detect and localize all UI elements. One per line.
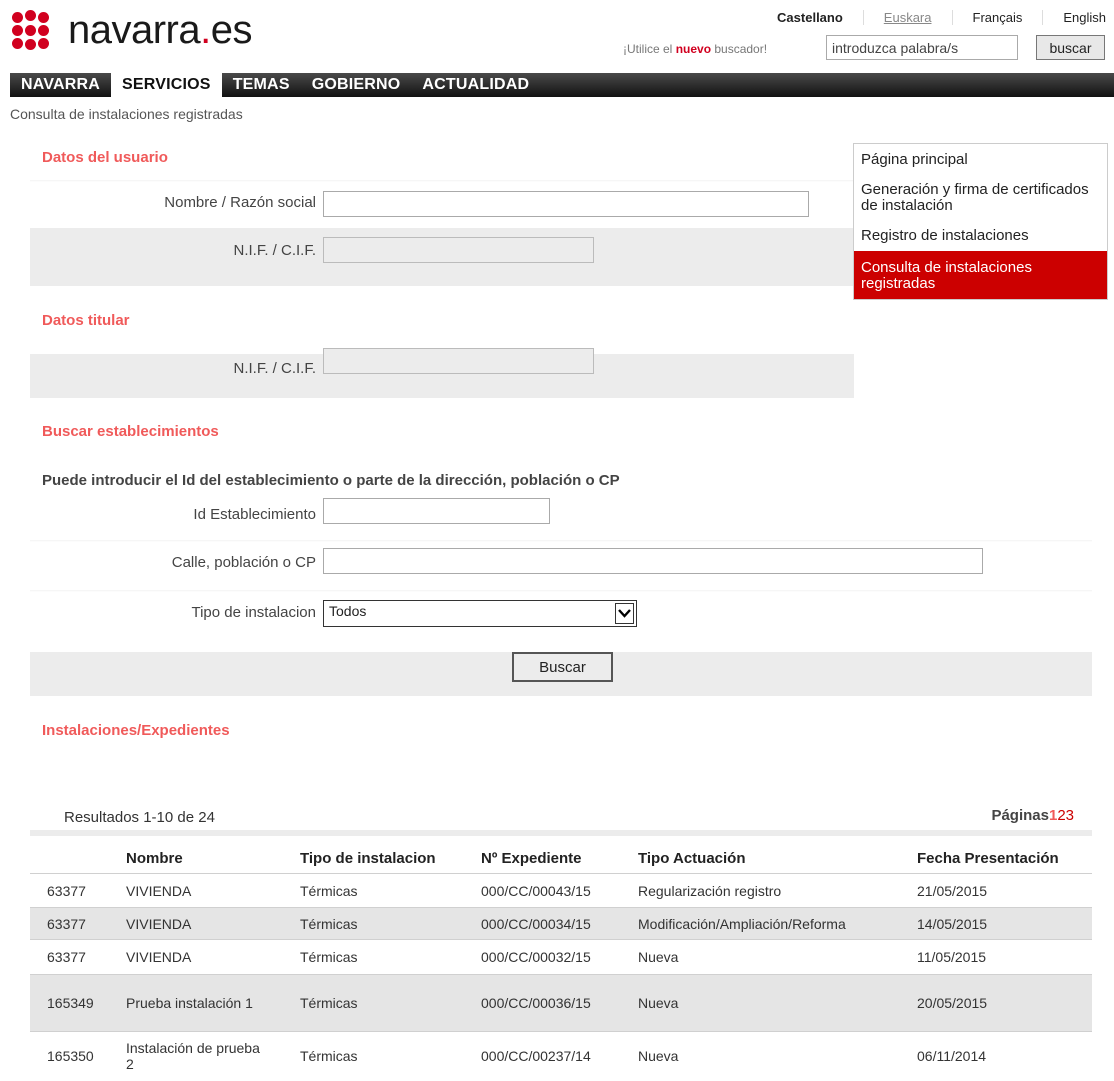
calle-input[interactable] — [323, 548, 983, 574]
form-row-tipo: Tipo de instalacion Todos — [30, 590, 1092, 636]
nif-titular-input — [323, 348, 594, 374]
page-link-3[interactable]: 3 — [1066, 807, 1074, 824]
site-logo[interactable]: navarra.es — [10, 8, 253, 52]
buscar-button[interactable]: Buscar — [512, 652, 613, 682]
nif-titular-label: N.I.F. / C.I.F. — [233, 360, 316, 377]
cell-nombre: Instalación de prueba 2 — [126, 1039, 260, 1072]
logo-text: navarra.es — [68, 8, 253, 52]
cell-expediente: 000/CC/00034/15 — [481, 915, 591, 932]
cell-id: 63377 — [47, 882, 86, 899]
cell-actuacion: Nueva — [638, 949, 679, 965]
table-header-row: Nombre Tipo de instalacion Nº Expediente… — [30, 830, 1092, 874]
id-label: Id Establecimiento — [193, 506, 316, 523]
cell-fecha: 21/05/2015 — [917, 882, 988, 899]
cell-tipo: Térmicas — [300, 915, 358, 932]
cell-id: 63377 — [47, 949, 86, 965]
cell-expediente: 000/CC/00237/14 — [481, 1047, 591, 1064]
cell-nombre: VIVIENDA — [126, 915, 192, 932]
column-header-expediente[interactable]: Nº Expediente — [481, 830, 638, 874]
nav-item-gobierno[interactable]: GOBIERNO — [301, 73, 412, 97]
search-hint: Puede introducir el Id del establecimien… — [42, 472, 620, 489]
nombre-label: Nombre / Razón social — [164, 194, 316, 211]
lang-euskara[interactable]: Euskara — [862, 10, 952, 25]
buscar-row: Buscar — [30, 652, 1092, 696]
table-row[interactable]: 63377 VIVIENDA Térmicas 000/CC/00043/15 … — [30, 873, 1092, 908]
cell-fecha: 06/11/2014 — [917, 1047, 987, 1064]
logo-dots-icon — [10, 10, 60, 50]
table-row[interactable]: 63377 VIVIENDA Térmicas 000/CC/00032/15 … — [30, 939, 1092, 975]
tipo-label: Tipo de instalacion — [191, 604, 316, 621]
form-row-nif-usuario: N.I.F. / C.I.F. — [30, 228, 854, 286]
column-header-actuacion[interactable]: Tipo Actuación — [638, 830, 917, 874]
table-row[interactable]: 63377 VIVIENDA Térmicas 000/CC/00034/15 … — [30, 907, 1092, 940]
cell-actuacion: Nueva — [638, 1047, 679, 1064]
page-link-2[interactable]: 2 — [1057, 807, 1065, 824]
form-row-calle: Calle, población o CP — [30, 540, 1092, 586]
form-row-nombre: Nombre / Razón social — [30, 180, 854, 226]
side-menu: Página principal Generación y firma de c… — [853, 143, 1108, 300]
cell-id: 63377 — [47, 915, 86, 932]
table-row[interactable]: 165349 Prueba instalación 1 Térmicas 000… — [30, 974, 1092, 1032]
side-menu-item-consulta[interactable]: Consulta de instalaciones registradas — [854, 251, 1107, 299]
cell-id: 165350 — [47, 1047, 94, 1064]
cell-fecha: 20/05/2015 — [917, 995, 988, 1011]
cell-nombre: Prueba instalación 1 — [126, 995, 253, 1011]
nif-usuario-input — [323, 237, 594, 263]
section-title-titular: Datos titular — [42, 312, 130, 329]
column-header-nombre[interactable]: Nombre — [126, 830, 300, 874]
tipo-instalacion-select[interactable]: Todos — [323, 600, 637, 627]
site-search-input[interactable] — [826, 35, 1018, 60]
tipo-instalacion-value: Todos — [329, 603, 367, 619]
calle-label: Calle, población o CP — [171, 554, 316, 571]
language-selector: Castellano Euskara Français English — [757, 10, 1106, 25]
table-row[interactable]: 165350 Instalación de prueba 2 Térmicas … — [30, 1031, 1092, 1080]
main-nav: NAVARRA SERVICIOS TEMAS GOBIERNO ACTUALI… — [10, 73, 1114, 97]
results-count: Resultados 1-10 de 24 — [64, 809, 215, 826]
form-row-id: Id Establecimiento — [30, 492, 854, 538]
nombre-input[interactable] — [323, 191, 809, 217]
column-header-tipo[interactable]: Tipo de instalacion — [300, 830, 481, 874]
pagination-label: Páginas — [991, 807, 1049, 824]
cell-actuacion: Modificación/Ampliación/Reforma — [638, 915, 846, 932]
nav-item-servicios[interactable]: SERVICIOS — [111, 73, 222, 97]
chevron-down-icon[interactable] — [615, 603, 634, 624]
section-title-results: Instalaciones/Expedientes — [42, 722, 230, 739]
pagination: Páginas123 — [991, 807, 1074, 824]
site-search-button[interactable]: buscar — [1036, 35, 1105, 60]
section-title-usuario: Datos del usuario — [42, 149, 168, 166]
cell-nombre: VIVIENDA — [126, 882, 192, 899]
cell-fecha: 11/05/2015 — [917, 949, 987, 965]
cell-actuacion: Nueva — [638, 995, 679, 1011]
nav-item-actualidad[interactable]: ACTUALIDAD — [411, 73, 540, 97]
form-row-nif-titular: N.I.F. / C.I.F. — [30, 340, 854, 398]
lang-english[interactable]: English — [1042, 10, 1106, 25]
cell-nombre: VIVIENDA — [126, 949, 192, 965]
lang-castellano[interactable]: Castellano — [757, 10, 863, 25]
cell-expediente: 000/CC/00036/15 — [481, 995, 591, 1011]
nif-usuario-label: N.I.F. / C.I.F. — [233, 242, 316, 259]
cell-tipo: Térmicas — [300, 882, 358, 899]
side-menu-item-registro[interactable]: Registro de instalaciones — [854, 221, 1107, 251]
lang-francais[interactable]: Français — [951, 10, 1043, 25]
section-title-buscar: Buscar establecimientos — [42, 423, 219, 440]
cell-actuacion: Regularización registro — [638, 882, 782, 899]
nav-item-navarra[interactable]: NAVARRA — [10, 73, 111, 97]
id-establecimiento-input[interactable] — [323, 498, 550, 524]
cell-id: 165349 — [47, 995, 94, 1011]
column-header-fecha[interactable]: Fecha Presentación — [917, 830, 1092, 874]
nav-item-temas[interactable]: TEMAS — [222, 73, 301, 97]
side-menu-item-pagina-principal[interactable]: Página principal — [854, 144, 1107, 175]
column-header-id — [30, 830, 126, 874]
results-table: Nombre Tipo de instalacion Nº Expediente… — [30, 830, 1092, 1080]
cell-tipo: Térmicas — [300, 949, 358, 965]
breadcrumb: Consulta de instalaciones registradas — [10, 106, 243, 122]
cell-expediente: 000/CC/00043/15 — [481, 882, 591, 899]
cell-fecha: 14/05/2015 — [917, 915, 988, 932]
cell-expediente: 000/CC/00032/15 — [481, 949, 591, 965]
cell-tipo: Térmicas — [300, 1047, 358, 1064]
side-menu-item-certificados[interactable]: Generación y firma de certificados de in… — [854, 175, 1107, 221]
search-promo[interactable]: ¡Utilice el nuevo buscador! — [623, 42, 767, 56]
cell-tipo: Térmicas — [300, 995, 358, 1011]
